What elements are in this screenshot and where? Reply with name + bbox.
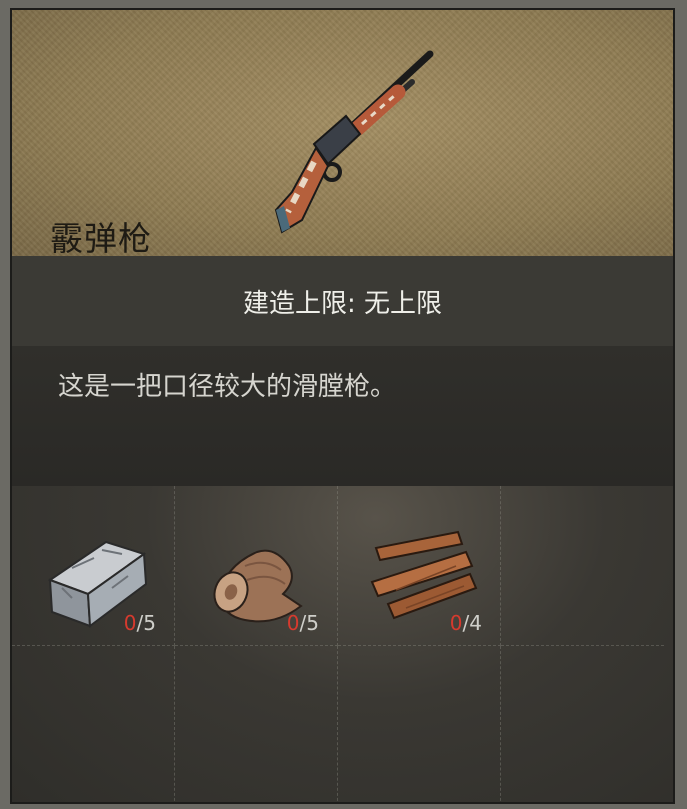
material-slot[interactable]: 0/5 [12, 486, 175, 646]
build-limit-text: 建造上限: 无上限 [12, 256, 673, 346]
material-slot-empty[interactable] [12, 646, 175, 802]
material-slot[interactable]: 0/4 [338, 486, 501, 646]
item-name: 霰弹枪 [50, 219, 152, 258]
description-box: 这是一把口径较大的滑膛枪。 [12, 346, 673, 486]
material-slot-empty[interactable] [175, 646, 338, 802]
material-count: 0/4 [449, 611, 482, 635]
shotgun-icon [274, 50, 434, 234]
material-slot-empty[interactable] [501, 646, 664, 802]
material-count: 0/5 [123, 611, 156, 635]
item-description: 这是一把口径较大的滑膛枪。 [58, 372, 397, 402]
crafting-detail-panel: 霰弹枪 建造上限: 无上限 这是一把口径较大的滑膛枪。 0/5 0/5 0/4 [10, 8, 675, 804]
material-slot-empty[interactable] [501, 486, 664, 646]
material-slot[interactable]: 0/5 [175, 486, 338, 646]
materials-grid: 0/5 0/5 0/4 [12, 486, 673, 802]
item-header: 霰弹枪 [12, 10, 673, 258]
material-count: 0/5 [286, 611, 319, 635]
material-slot-empty[interactable] [338, 646, 501, 802]
